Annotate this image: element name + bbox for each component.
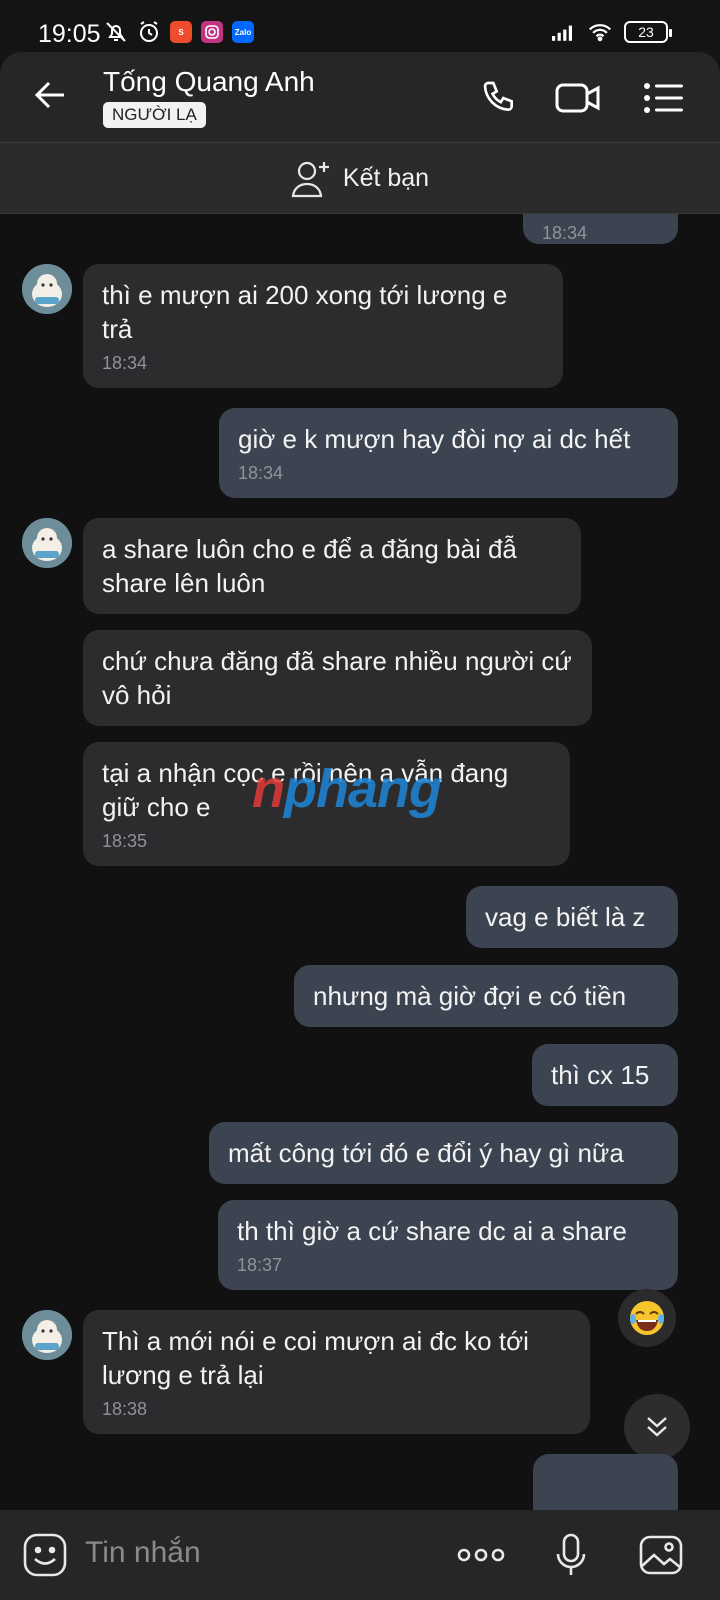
image-icon — [639, 1535, 683, 1575]
message-text: vag e biết là z — [485, 902, 646, 932]
reaction-button[interactable] — [618, 1289, 676, 1347]
message-text: nhưng mà giờ đợi e có tiền — [313, 981, 627, 1011]
message-time: 18:38 — [102, 1399, 148, 1419]
menu-button[interactable] — [640, 74, 688, 122]
avatar[interactable] — [22, 1310, 72, 1360]
message-text: thì cx 15 — [551, 1060, 650, 1090]
status-notification-icons: S Zalo — [104, 20, 254, 44]
message-bubble-outgoing[interactable]: giờ e k mượn hay đòi nợ ai dc hết 18:34 — [219, 408, 678, 498]
sheep-avatar-icon — [22, 264, 72, 314]
message-bubble-outgoing[interactable]: mất công tới đó e đổi ý hay gì nữa — [209, 1122, 678, 1184]
message-bubble-incoming[interactable]: thì e mượn ai 200 xong tới lương e trả 1… — [83, 264, 563, 388]
message-bubble-outgoing[interactable]: vag e biết là z — [466, 886, 678, 948]
add-friend-label: Kết bạn — [342, 163, 430, 192]
more-options-button[interactable] — [456, 1530, 506, 1580]
scroll-to-bottom-button[interactable] — [624, 1394, 690, 1460]
double-chevron-down-icon — [647, 1417, 667, 1437]
image-picker-button[interactable] — [636, 1530, 686, 1580]
message-time: 18:37 — [237, 1255, 283, 1275]
message-bubble-outgoing[interactable]: th thì giờ a cứ share dc ai a share 18:3… — [218, 1200, 678, 1290]
contact-name[interactable]: Tống Quang Anh — [103, 66, 315, 98]
video-call-button[interactable] — [554, 74, 602, 122]
message-text: a share luôn cho e để a đăng bài đẫ shar… — [102, 534, 517, 598]
avatar[interactable] — [22, 518, 72, 568]
sheep-avatar-icon — [22, 1310, 72, 1360]
status-time: 19:05 — [38, 20, 101, 48]
microphone-icon — [556, 1533, 586, 1575]
zalo-icon: Zalo — [232, 21, 254, 43]
voice-call-button[interactable] — [476, 74, 524, 122]
shopee-icon: S — [170, 21, 192, 43]
message-bubble-incoming[interactable]: Thì a mới nói e coi mượn ai đc ko tới lư… — [83, 1310, 590, 1434]
watermark-logo: nphang — [252, 759, 442, 819]
message-bubble-outgoing[interactable] — [533, 1454, 678, 1510]
message-input-bar: Tin nhắn — [0, 1510, 720, 1600]
back-button[interactable] — [30, 74, 72, 116]
message-bubble-outgoing[interactable]: thì cx 15 — [532, 1044, 678, 1106]
wifi-icon — [588, 20, 612, 44]
message-time: 18:34 — [102, 353, 148, 373]
more-dots-icon — [457, 1548, 505, 1562]
add-friend-button[interactable]: Kết bạn — [0, 142, 720, 214]
message-bubble-incoming[interactable]: a share luôn cho e để a đăng bài đẫ shar… — [83, 518, 581, 614]
battery-indicator: 23 — [624, 21, 672, 43]
add-user-icon — [291, 161, 329, 198]
chat-header: Tống Quang Anh NGƯỜI LẠ — [0, 52, 720, 142]
avatar[interactable] — [22, 264, 72, 314]
arrow-left-icon — [34, 81, 64, 109]
video-camera-icon — [555, 83, 600, 113]
list-menu-icon — [644, 83, 683, 113]
message-time: 18:35 — [102, 831, 148, 851]
message-bubble-incoming[interactable]: chứ chưa đăng đã share nhiều người cứ vô… — [83, 630, 592, 726]
sticker-icon — [23, 1533, 67, 1577]
laughing-emoji-icon — [630, 1301, 664, 1335]
message-input[interactable]: Tin nhắn — [85, 1536, 201, 1570]
sticker-button[interactable] — [20, 1530, 70, 1580]
message-text: th thì giờ a cứ share dc ai a share — [237, 1216, 627, 1246]
sheep-avatar-icon — [22, 518, 72, 568]
message-time: 18:34 — [542, 223, 588, 243]
stranger-badge: NGƯỜI LẠ — [103, 102, 206, 128]
message-text: chứ chưa đăng đã share nhiều người cứ vô… — [102, 646, 572, 710]
status-system-icons: 23 — [552, 20, 672, 44]
phone-icon — [483, 81, 513, 112]
instagram-icon — [201, 21, 223, 43]
message-text: mất công tới đó e đổi ý hay gì nữa — [228, 1138, 624, 1168]
message-text: giờ e k mượn hay đòi nợ ai dc hết — [238, 424, 631, 454]
bell-off-icon — [104, 20, 128, 44]
message-list[interactable]: 18:34 thì e mượn ai 200 xong tới lương e… — [0, 214, 720, 1510]
alarm-icon — [137, 20, 161, 44]
message-text: Thì a mới nói e coi mượn ai đc ko tới lư… — [102, 1326, 529, 1390]
message-text: thì e mượn ai 200 xong tới lương e trả — [102, 280, 508, 344]
message-bubble-outgoing[interactable]: 18:34 — [523, 214, 678, 244]
signal-icon — [552, 20, 576, 44]
voice-message-button[interactable] — [546, 1530, 596, 1580]
message-bubble-outgoing[interactable]: nhưng mà giờ đợi e có tiền — [294, 965, 678, 1027]
message-time: 18:34 — [238, 463, 284, 483]
